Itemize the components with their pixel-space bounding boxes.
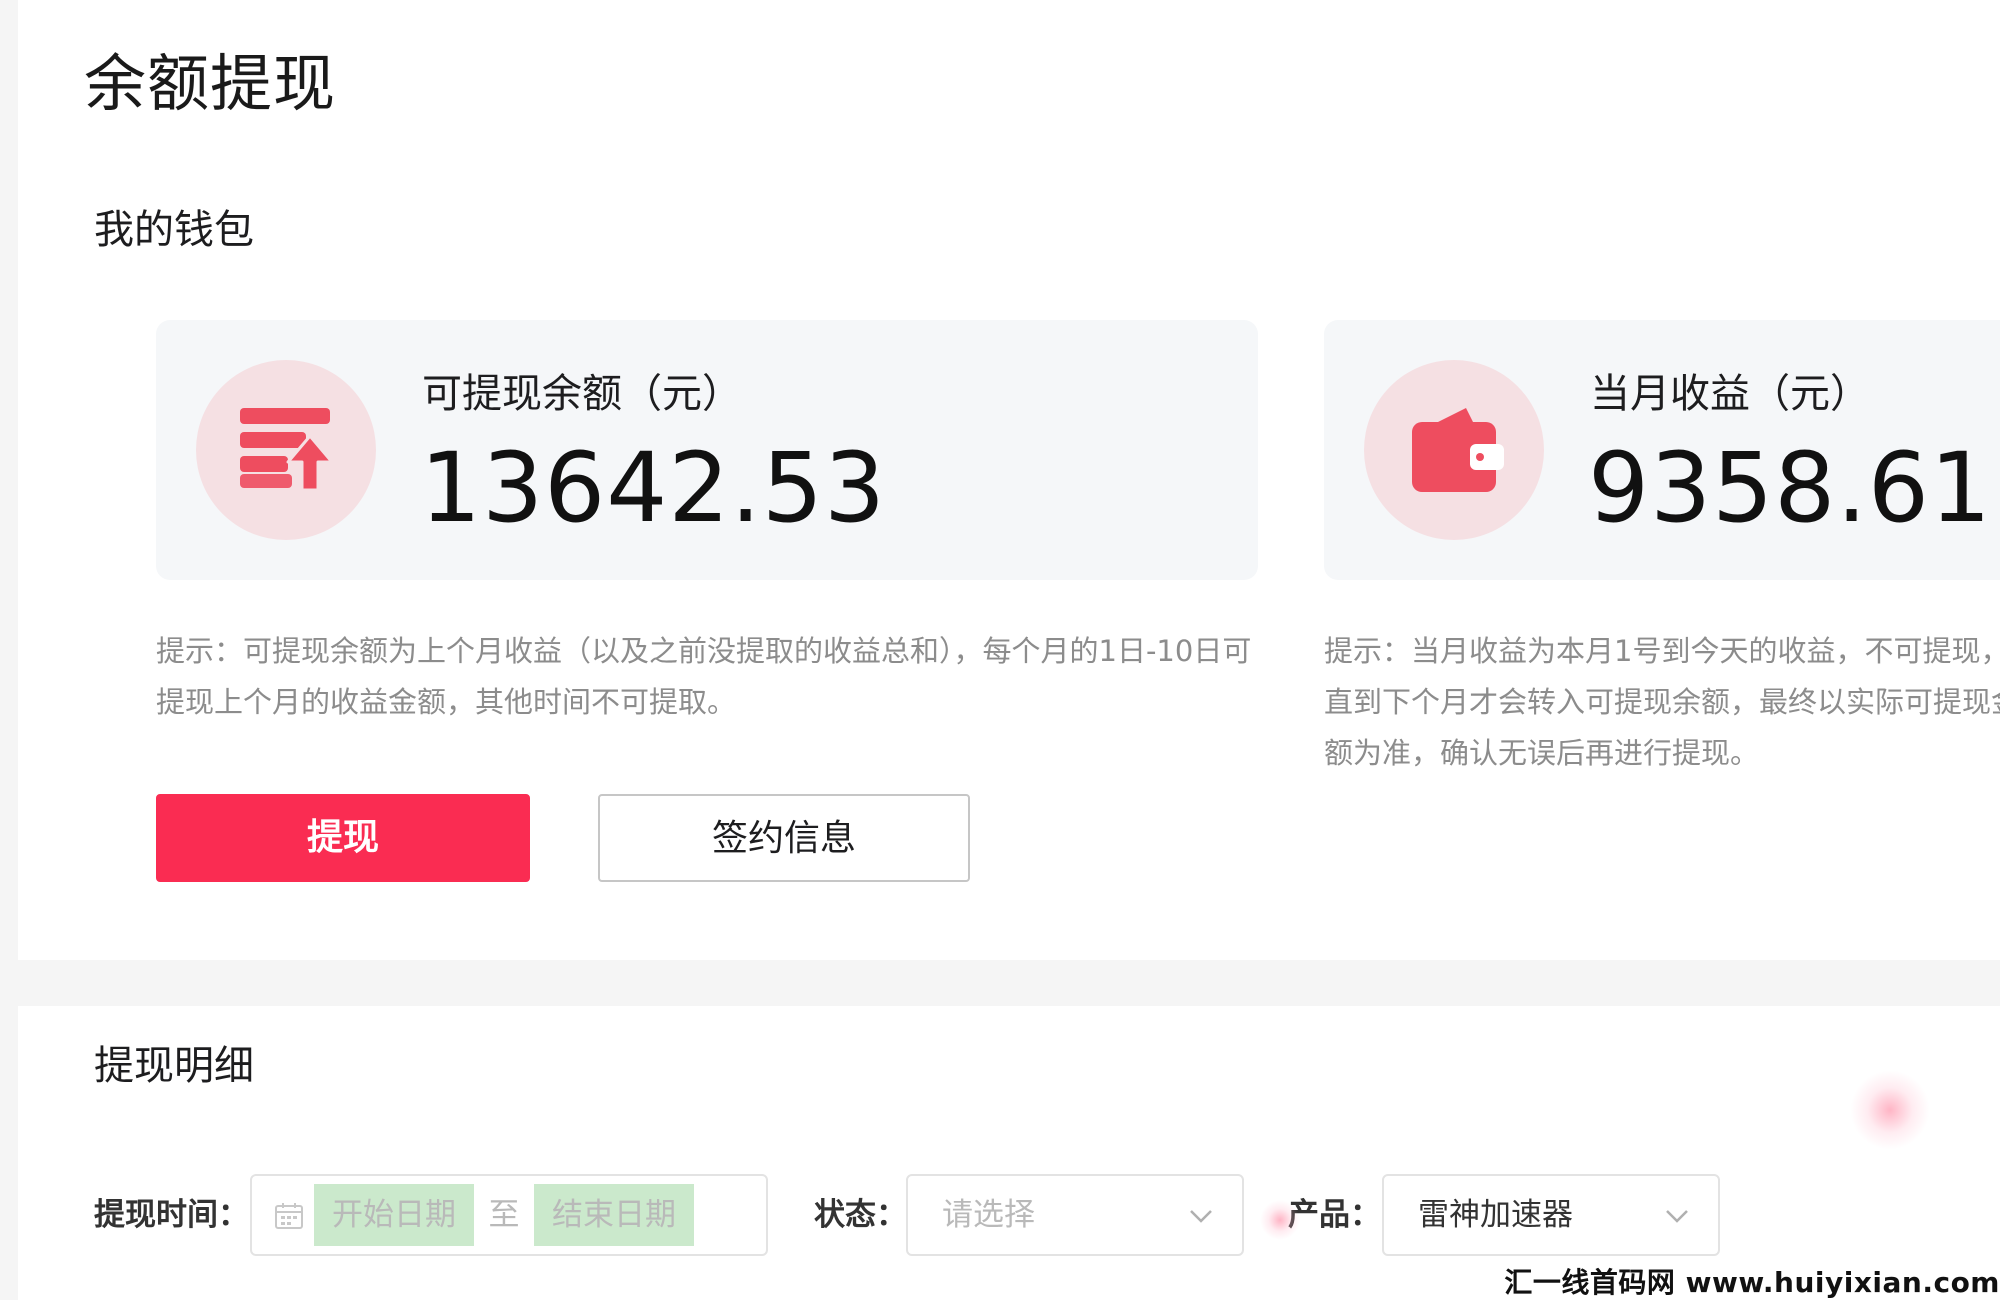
status-select[interactable]: 请选择 (906, 1174, 1244, 1256)
withdrawable-balance-label: 可提现余额（元） (422, 371, 742, 417)
date-range-picker[interactable]: 开始日期 至 结束日期 (250, 1174, 768, 1256)
page-title: 余额提现 (84, 47, 337, 120)
monthly-earnings-card: 当月收益（元） 9358.61 (1324, 320, 2000, 580)
date-range-separator: 至 (488, 1197, 520, 1233)
left-gutter (0, 0, 18, 1300)
wallet-panel: 余额提现 我的钱包 可提现余额（元） 13642.53 当月收益（元） 9358… (18, 0, 2000, 960)
chevron-down-icon (1190, 1210, 1212, 1223)
product-select-value: 雷神加速器 (1418, 1197, 1573, 1233)
details-section-title: 提现明细 (94, 1043, 254, 1089)
withdraw-button[interactable]: 提现 (156, 794, 530, 882)
withdrawable-balance-amount: 13642.53 (420, 432, 887, 544)
chevron-down-icon (1666, 1210, 1688, 1223)
details-panel: 提现明细 提现时间： 开始日期 至 结束日期 状态： 请选择 产品： 雷神加速器 (18, 1006, 2000, 1300)
product-select[interactable]: 雷神加速器 (1382, 1174, 1720, 1256)
withdrawable-hint: 提示：可提现余额为上个月收益（以及之前没提取的收益总和），每个月的1日-10日可… (156, 634, 1252, 719)
contract-info-button[interactable]: 签约信息 (598, 794, 970, 882)
glow-dot (1260, 1200, 1300, 1240)
monthly-hint: 提示：当月收益为本月1号到今天的收益，不可提现，直到下个月才会转入可提现余额，最… (1324, 634, 2000, 770)
monthly-earnings-amount: 9358.61 (1588, 432, 1992, 544)
calendar-icon (275, 1203, 303, 1229)
withdraw-time-label: 提现时间： (94, 1197, 249, 1233)
wallet-icon (1364, 360, 1544, 540)
status-label: 状态： (814, 1197, 907, 1233)
product-label: 产品： (1288, 1197, 1381, 1233)
withdrawable-balance-card: 可提现余额（元） 13642.53 (156, 320, 1258, 580)
withdraw-stack-icon (196, 360, 376, 540)
monthly-earnings-label: 当月收益（元） (1590, 371, 1870, 417)
end-date-input[interactable]: 结束日期 (534, 1184, 694, 1246)
watermark: 汇一线首码网 www.huiyixian.com (1490, 1266, 2000, 1300)
wallet-section-title: 我的钱包 (94, 207, 254, 253)
glow-dot (1850, 1070, 1930, 1150)
start-date-input[interactable]: 开始日期 (314, 1184, 474, 1246)
status-select-placeholder: 请选择 (942, 1197, 1035, 1233)
